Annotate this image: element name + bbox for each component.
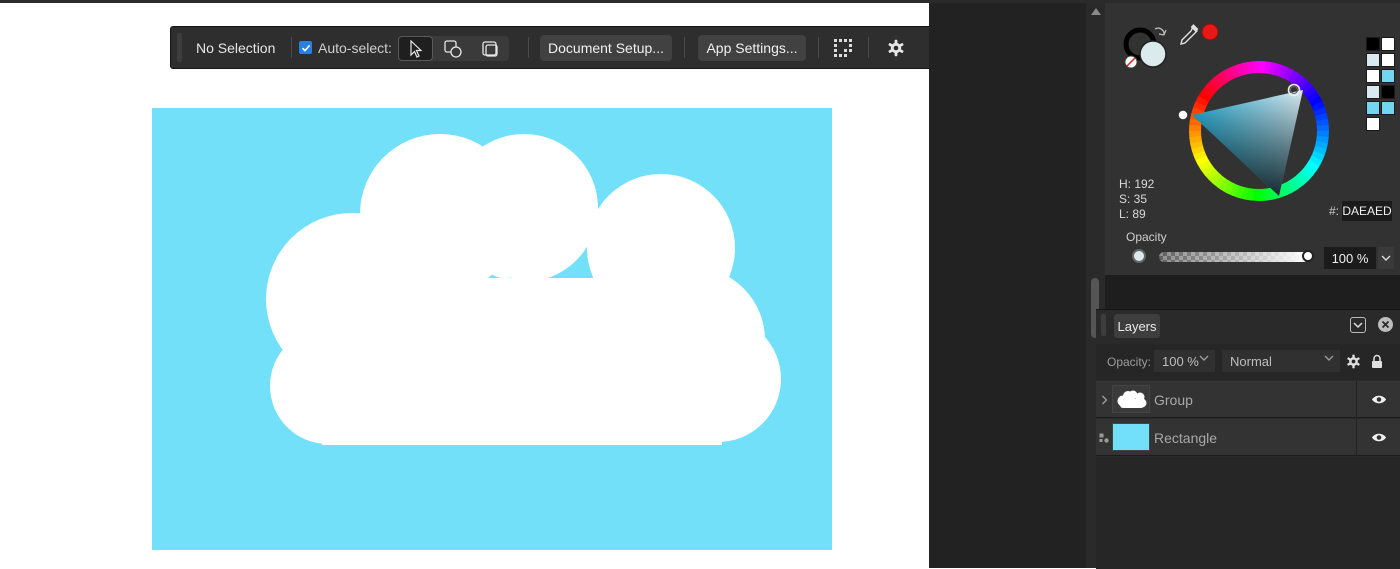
chevron-down-icon: [1199, 354, 1209, 365]
color-swatch[interactable]: [1366, 69, 1380, 83]
toolbar-grip[interactable]: [177, 33, 182, 62]
layer-name[interactable]: Group: [1154, 392, 1193, 408]
color-swatch[interactable]: [1366, 85, 1380, 99]
recent-swatches: [1366, 37, 1398, 133]
toolbar-divider: [291, 37, 292, 58]
visibility-toggle[interactable]: [1356, 419, 1400, 456]
opacity-label: Opacity: [1126, 230, 1167, 244]
eye-icon: [1371, 433, 1386, 442]
color-swatch[interactable]: [1381, 101, 1395, 115]
lightness-value: L: 89: [1119, 207, 1146, 221]
blend-mode-select[interactable]: Normal: [1222, 350, 1340, 372]
lock-layer-button[interactable]: [1371, 354, 1383, 374]
shape-select-icon: [443, 39, 462, 58]
eyedropper-icon: [1180, 24, 1199, 45]
selection-mode-group: [398, 36, 509, 61]
container-select-icon: [481, 40, 498, 57]
hue-value: H: 192: [1119, 177, 1155, 191]
color-swatch[interactable]: [1381, 37, 1395, 51]
layer-row-rectangle[interactable]: Rectangle: [1096, 419, 1400, 456]
tab-layers[interactable]: Layers: [1114, 314, 1160, 338]
workspace-background: [929, 3, 1086, 568]
cloud-thumbnail-icon: [1117, 390, 1147, 408]
snapping-button[interactable]: [833, 27, 853, 68]
auto-select-checkbox[interactable]: [299, 41, 312, 54]
checkmark-icon: [301, 44, 310, 52]
opacity-color-swatch: [1132, 249, 1146, 263]
color-swatch[interactable]: [1366, 37, 1380, 51]
gear-icon: [888, 39, 904, 56]
panel-collapse-button[interactable]: [1350, 317, 1366, 333]
fill-stroke-selector: [1123, 27, 1167, 69]
panel-close-button[interactable]: [1378, 317, 1393, 332]
hex-label: #:: [1329, 204, 1340, 218]
layer-row-group[interactable]: Group: [1096, 381, 1400, 418]
auto-select-toggle[interactable]: Auto-select:: [299, 27, 392, 68]
layer-thumbnail-group: [1112, 385, 1150, 413]
app-settings-button[interactable]: App Settings...: [698, 35, 806, 61]
shape-layer-icon: [1096, 419, 1112, 456]
color-swatch[interactable]: [1381, 69, 1395, 83]
layer-opacity-label: Opacity:: [1107, 355, 1152, 369]
opacity-slider-handle[interactable]: [1302, 250, 1314, 262]
color-swatch[interactable]: [1366, 53, 1380, 67]
selection-status: No Selection: [196, 39, 276, 56]
layer-name[interactable]: Rectangle: [1154, 430, 1217, 446]
chevron-down-icon: [1381, 255, 1391, 261]
layer-settings-button[interactable]: [1346, 354, 1361, 374]
scroll-up-arrow-icon[interactable]: [1091, 8, 1101, 15]
toolbar-divider: [684, 37, 685, 58]
gear-icon: [1347, 354, 1360, 369]
toolbar-divider: [818, 37, 819, 58]
color-swatch[interactable]: [1381, 85, 1395, 99]
expand-chevron-icon[interactable]: [1096, 381, 1112, 418]
layer-thumbnail-rectangle: [1112, 423, 1150, 451]
snapping-grid-icon: [834, 38, 852, 57]
layer-opacity-value: 100 %: [1162, 353, 1199, 369]
toolbar-divider: [868, 37, 869, 58]
lock-icon: [1372, 354, 1382, 368]
blend-mode-value: Normal: [1230, 353, 1272, 369]
auto-select-label: Auto-select:: [318, 39, 392, 56]
context-toolbar: No Selection Auto-select: Document Setup…: [170, 26, 933, 69]
close-icon: [1381, 320, 1390, 329]
layer-opacity-select[interactable]: 100 %: [1154, 350, 1215, 372]
layers-panel: Layers Opacity: 100 % Normal Group Recta…: [1096, 309, 1400, 569]
layers-empty-area[interactable]: [1096, 457, 1400, 569]
color-swatch[interactable]: [1366, 101, 1380, 115]
document-canvas[interactable]: [0, 3, 929, 568]
rectangle-artwork[interactable]: [152, 108, 832, 550]
opacity-input[interactable]: 100 %: [1324, 247, 1376, 269]
color-swatch[interactable]: [1381, 53, 1395, 67]
document-setup-button[interactable]: Document Setup...: [540, 35, 672, 61]
opacity-dropdown-button[interactable]: [1378, 247, 1394, 269]
color-swatch[interactable]: [1366, 117, 1380, 131]
pointer-mode-button[interactable]: [398, 36, 433, 61]
opacity-slider[interactable]: [1159, 252, 1309, 262]
layer-controls-bar: Opacity: 100 % Normal: [1096, 344, 1400, 380]
saturation-value: S: 35: [1119, 192, 1148, 206]
chevron-down-icon: [1353, 322, 1363, 329]
pointer-icon: [409, 39, 423, 58]
hex-input[interactable]: DAEAED: [1342, 201, 1392, 221]
cloud-artwork[interactable]: [152, 108, 832, 550]
toolbar-divider: [528, 37, 529, 58]
visibility-toggle[interactable]: [1356, 381, 1400, 418]
color-panel: H: 192 S: 35 L: 89 #: DAEAED Opacity 100…: [1105, 3, 1400, 275]
container-select-mode-button[interactable]: [472, 36, 507, 61]
shape-select-mode-button[interactable]: [435, 36, 470, 61]
eye-icon: [1371, 395, 1386, 404]
panel-grip[interactable]: [1101, 314, 1106, 336]
chevron-down-icon: [1324, 354, 1334, 365]
settings-button[interactable]: [887, 27, 905, 68]
hsl-readout: H: 192 S: 35 L: 89: [1119, 177, 1154, 222]
